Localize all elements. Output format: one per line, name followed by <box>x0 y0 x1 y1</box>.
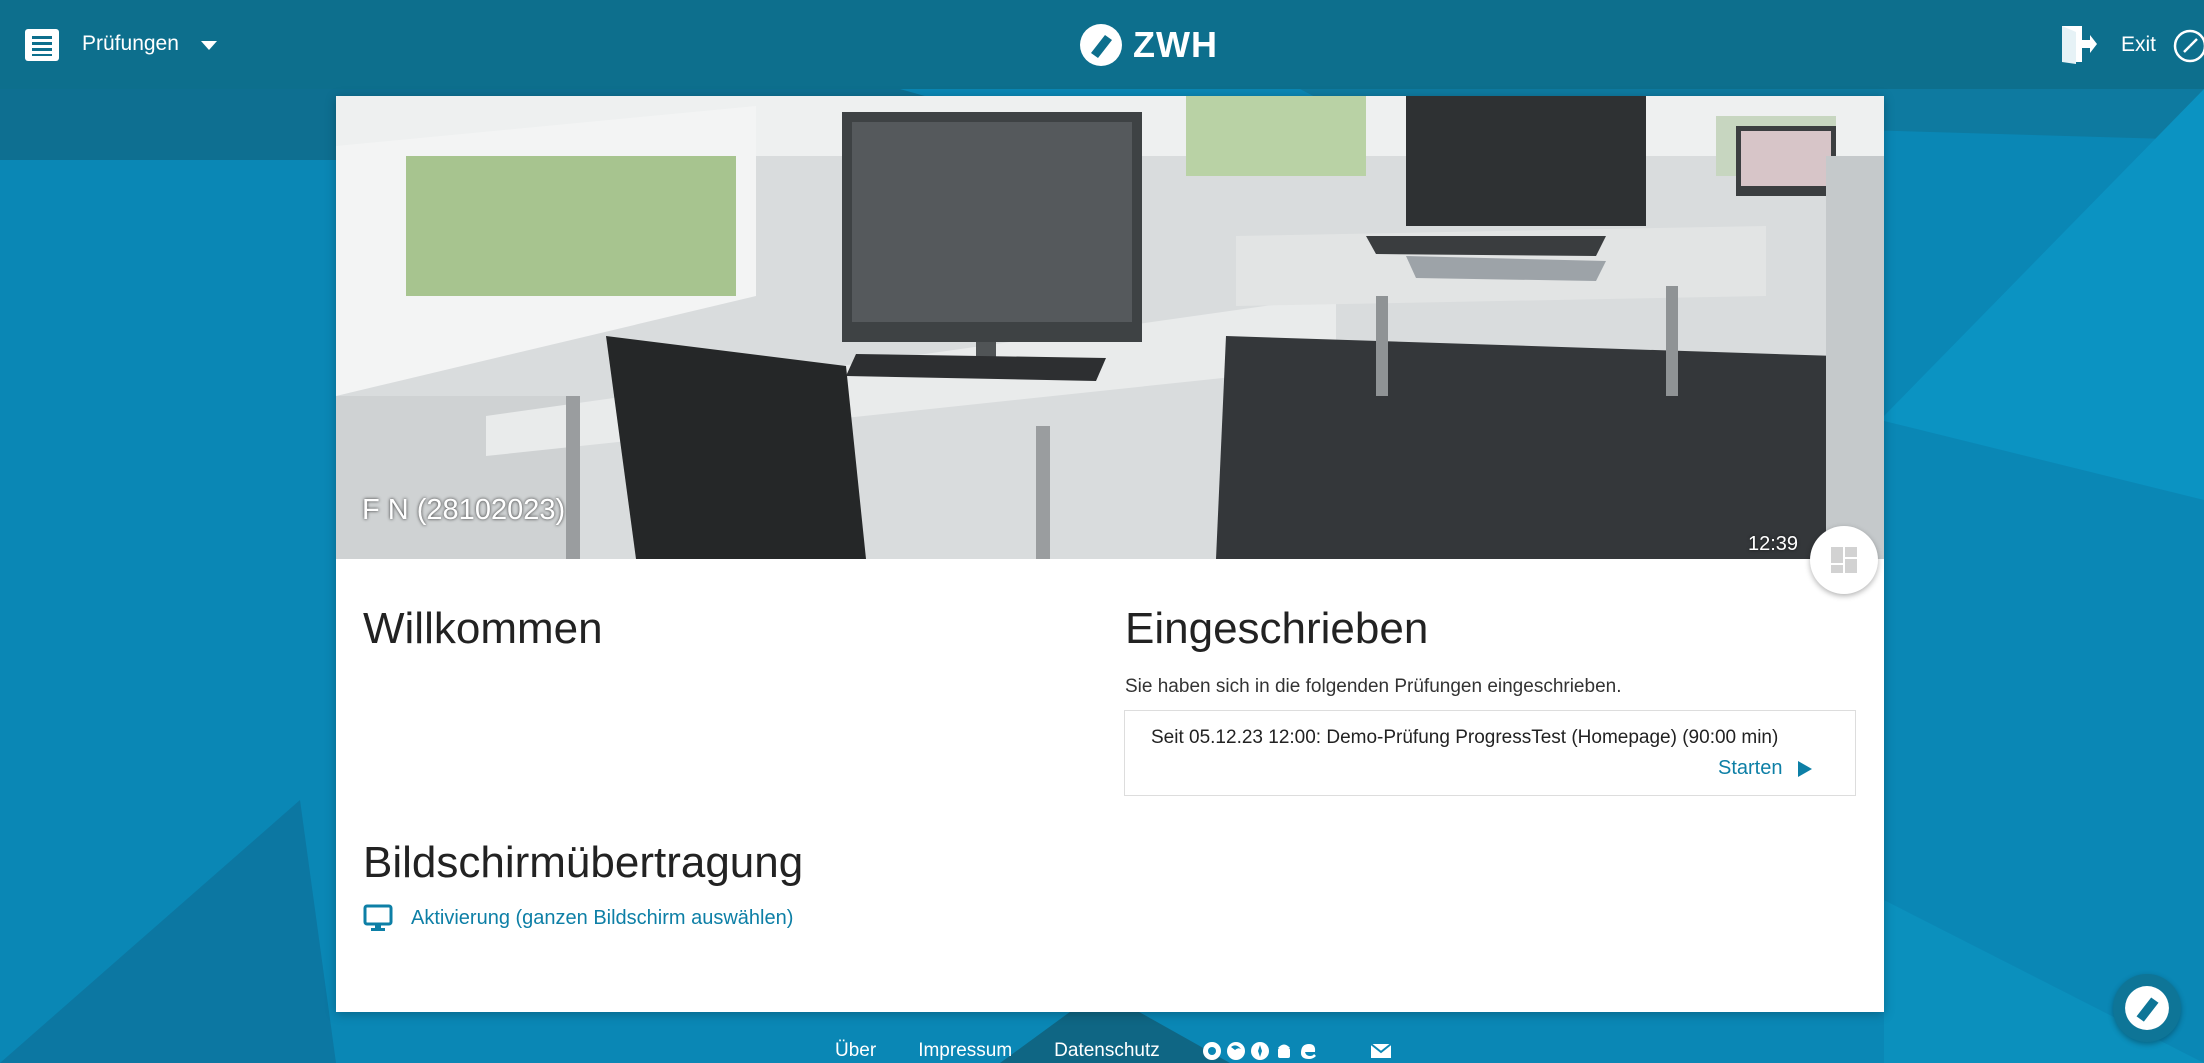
welcome-heading: Willkommen <box>363 604 603 653</box>
internet-explorer-icon <box>1300 1044 1316 1059</box>
firefox-icon <box>1226 1042 1245 1060</box>
start-exam-button[interactable]: Starten <box>1718 757 1813 780</box>
android-icon <box>1277 1044 1290 1058</box>
play-icon[interactable] <box>1798 760 1813 777</box>
zwh-logo-icon <box>2125 986 2169 1030</box>
dashboard-grid-icon <box>1831 547 1857 573</box>
exams-menu-label[interactable]: Prüfungen <box>82 32 179 56</box>
footer-link-imprint[interactable]: Impressum <box>918 1040 1012 1062</box>
enrolled-description: Sie haben sich in die folgenden Prüfunge… <box>1125 676 1622 697</box>
top-bar: Prüfungen ZWH Exit <box>0 0 2204 89</box>
timer-icon[interactable] <box>2172 28 2204 64</box>
zwh-help-button[interactable] <box>2113 974 2181 1042</box>
user-name-label: F N (28102023) <box>362 494 566 526</box>
safari-icon <box>1250 1042 1269 1060</box>
hero-image: F N (28102023) 12:39 <box>336 96 1884 559</box>
clock-time: 12:39 <box>1748 533 1799 555</box>
exam-list-item: Seit 05.12.23 12:00: Demo-Prüfung Progre… <box>1124 710 1856 796</box>
footer: Über Impressum Datenschutz <box>835 1040 1392 1062</box>
screen-share-activation-link[interactable]: Aktivierung (ganzen Bildschirm auswählen… <box>363 904 793 932</box>
brand-name: ZWH <box>1133 24 1218 65</box>
monitor-icon <box>363 904 393 931</box>
enrolled-heading: Eingeschrieben <box>1125 604 1429 653</box>
zwh-logo-icon <box>1080 24 1122 66</box>
footer-link-about[interactable]: Über <box>835 1040 876 1062</box>
footer-link-privacy[interactable]: Datenschutz <box>1054 1040 1160 1062</box>
office-photo <box>336 96 1884 559</box>
brand-logo: ZWH <box>1079 22 1218 68</box>
screen-share-activation-label[interactable]: Aktivierung (ganzen Bildschirm auswählen… <box>411 907 793 930</box>
browser-icons <box>1202 1041 1318 1061</box>
mail-icon[interactable] <box>1370 1043 1392 1059</box>
exam-title: Seit 05.12.23 12:00: Demo-Prüfung Progre… <box>1151 727 1779 748</box>
exit-door-icon[interactable] <box>2060 24 2098 64</box>
layout-toggle-button[interactable] <box>1810 526 1878 594</box>
chrome-icon <box>1202 1042 1221 1060</box>
main-card: F N (28102023) 12:39 Willkommen Eingesch… <box>336 96 1884 1012</box>
screen-share-heading: Bildschirmübertragung <box>363 838 804 887</box>
start-exam-label[interactable]: Starten <box>1718 757 1782 780</box>
caret-down-icon[interactable] <box>200 38 218 52</box>
menu-list-icon[interactable] <box>24 28 60 62</box>
exit-button[interactable]: Exit <box>2121 33 2156 57</box>
